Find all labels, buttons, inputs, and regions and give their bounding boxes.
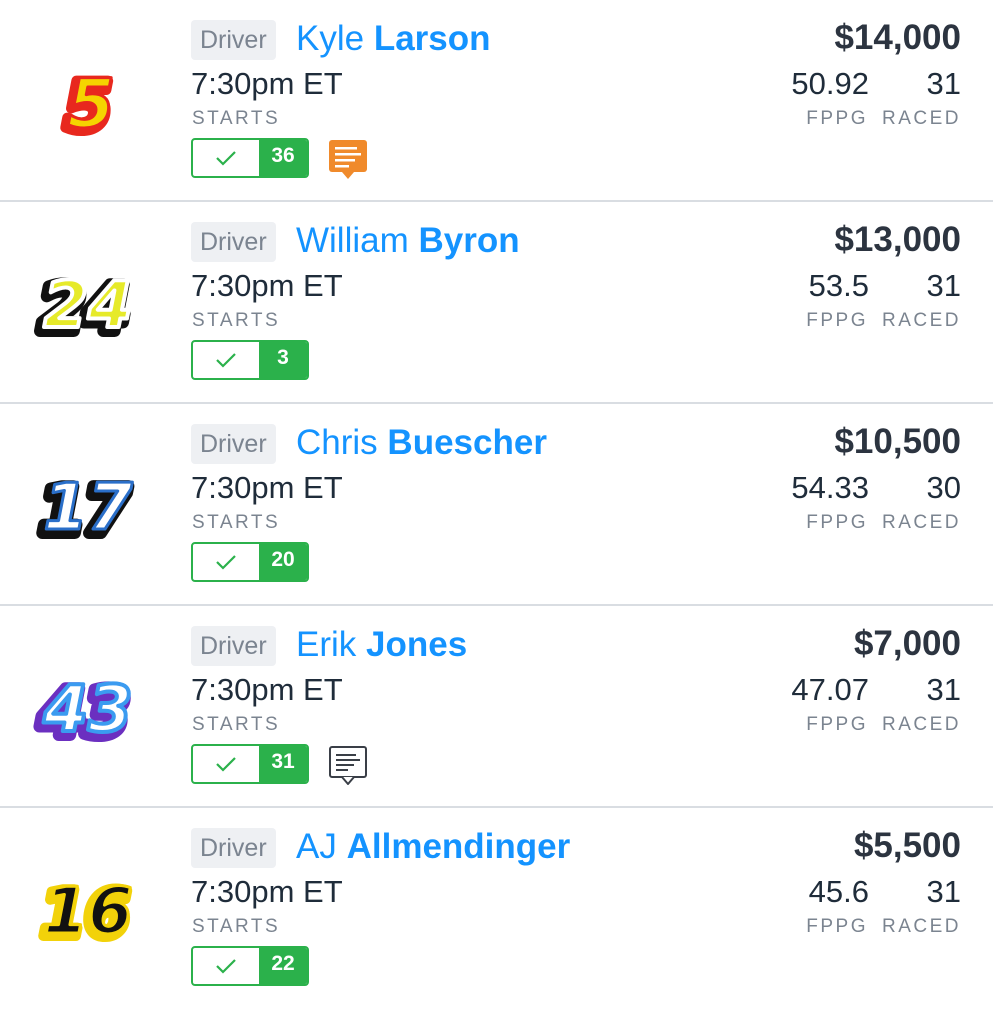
salary: $5,500 <box>853 826 961 865</box>
starts-label: STARTS <box>192 714 281 735</box>
fppg-value: 54.33 <box>791 470 869 505</box>
starts-indicator[interactable]: 22 <box>191 946 309 986</box>
player-row[interactable]: 5 5 Driver Kyle Larson 7:30pm ET STARTS … <box>0 0 993 202</box>
last-name: Byron <box>418 221 520 260</box>
starts-count: 31 <box>259 746 307 782</box>
starts-count: 36 <box>259 140 307 176</box>
raced-label: RACED <box>881 714 961 735</box>
fppg-label: FPPG <box>806 714 868 735</box>
first-name: Chris <box>296 423 378 462</box>
player-name-link[interactable]: William Byron <box>296 221 520 261</box>
car-number-text: 5 <box>67 65 114 144</box>
game-time: 7:30pm ET <box>191 66 343 101</box>
raced-label: RACED <box>881 512 961 533</box>
starts-label: STARTS <box>192 108 281 129</box>
starts-count: 20 <box>259 544 307 580</box>
car-number-text: 24 <box>43 269 132 343</box>
player-name-link[interactable]: Chris Buescher <box>296 423 547 463</box>
car-number-icon: 24 24 <box>0 202 175 404</box>
check-icon <box>193 140 259 176</box>
game-time: 7:30pm ET <box>191 470 343 505</box>
player-row[interactable]: 17 17 Driver Chris Buescher 7:30pm ET ST… <box>0 404 993 606</box>
news-icon[interactable] <box>328 745 368 785</box>
salary: $10,500 <box>834 422 961 461</box>
car-number-icon: 17 17 <box>0 404 175 606</box>
starts-indicator[interactable]: 20 <box>191 542 309 582</box>
car-number-text: 17 <box>43 471 133 545</box>
car-number-icon: 16 16 <box>0 808 175 1010</box>
starts-indicator[interactable]: 3 <box>191 340 309 380</box>
game-time: 7:30pm ET <box>191 268 343 303</box>
player-list: 5 5 Driver Kyle Larson 7:30pm ET STARTS … <box>0 0 993 1010</box>
starts-indicator[interactable]: 36 <box>191 138 309 178</box>
player-name-link[interactable]: Kyle Larson <box>296 19 491 59</box>
news-icon[interactable] <box>328 139 368 179</box>
raced-value: 30 <box>926 470 961 505</box>
fppg-label: FPPG <box>806 512 868 533</box>
game-time: 7:30pm ET <box>191 874 343 909</box>
last-name: Jones <box>366 625 468 664</box>
fppg-label: FPPG <box>806 310 868 331</box>
fppg-label: FPPG <box>806 916 868 937</box>
player-row[interactable]: 43 43 Driver Erik Jones 7:30pm ET STARTS… <box>0 606 993 808</box>
raced-value: 31 <box>926 268 961 303</box>
car-number-text: 16 <box>43 875 132 949</box>
player-name-link[interactable]: Erik Jones <box>296 625 467 665</box>
player-name-link[interactable]: AJ Allmendinger <box>296 827 570 867</box>
position-badge: Driver <box>191 828 276 868</box>
first-name: William <box>296 221 409 260</box>
fppg-label: FPPG <box>806 108 868 129</box>
raced-label: RACED <box>881 310 961 331</box>
raced-value: 31 <box>926 874 961 909</box>
first-name: Erik <box>296 625 357 664</box>
fppg-value: 45.6 <box>808 874 869 909</box>
raced-label: RACED <box>881 108 961 129</box>
check-icon <box>193 948 259 984</box>
fppg-value: 50.92 <box>791 66 869 101</box>
fppg-value: 53.5 <box>808 268 869 303</box>
check-icon <box>193 342 259 378</box>
salary: $7,000 <box>853 624 961 663</box>
starts-label: STARTS <box>192 512 281 533</box>
last-name: Buescher <box>387 423 547 462</box>
last-name: Larson <box>373 19 491 58</box>
player-row[interactable]: 24 24 Driver William Byron 7:30pm ET STA… <box>0 202 993 404</box>
player-row[interactable]: 16 16 Driver AJ Allmendinger 7:30pm ET S… <box>0 808 993 1010</box>
check-icon <box>193 544 259 580</box>
position-badge: Driver <box>191 20 276 60</box>
starts-count: 22 <box>259 948 307 984</box>
salary: $13,000 <box>834 220 961 259</box>
starts-count: 3 <box>259 342 307 378</box>
game-time: 7:30pm ET <box>191 672 343 707</box>
salary: $14,000 <box>834 18 961 57</box>
position-badge: Driver <box>191 222 276 262</box>
first-name: AJ <box>296 827 337 866</box>
raced-value: 31 <box>926 672 961 707</box>
position-badge: Driver <box>191 424 276 464</box>
starts-label: STARTS <box>192 310 281 331</box>
starts-indicator[interactable]: 31 <box>191 744 309 784</box>
fppg-value: 47.07 <box>791 672 869 707</box>
position-badge: Driver <box>191 626 276 666</box>
last-name: Allmendinger <box>346 827 571 866</box>
starts-label: STARTS <box>192 916 281 937</box>
raced-label: RACED <box>881 916 961 937</box>
raced-value: 31 <box>926 66 961 101</box>
check-icon <box>193 746 259 782</box>
first-name: Kyle <box>296 19 365 58</box>
car-number-text: 43 <box>42 673 132 747</box>
car-number-icon: 5 5 <box>0 0 175 202</box>
car-number-icon: 43 43 <box>0 606 175 808</box>
